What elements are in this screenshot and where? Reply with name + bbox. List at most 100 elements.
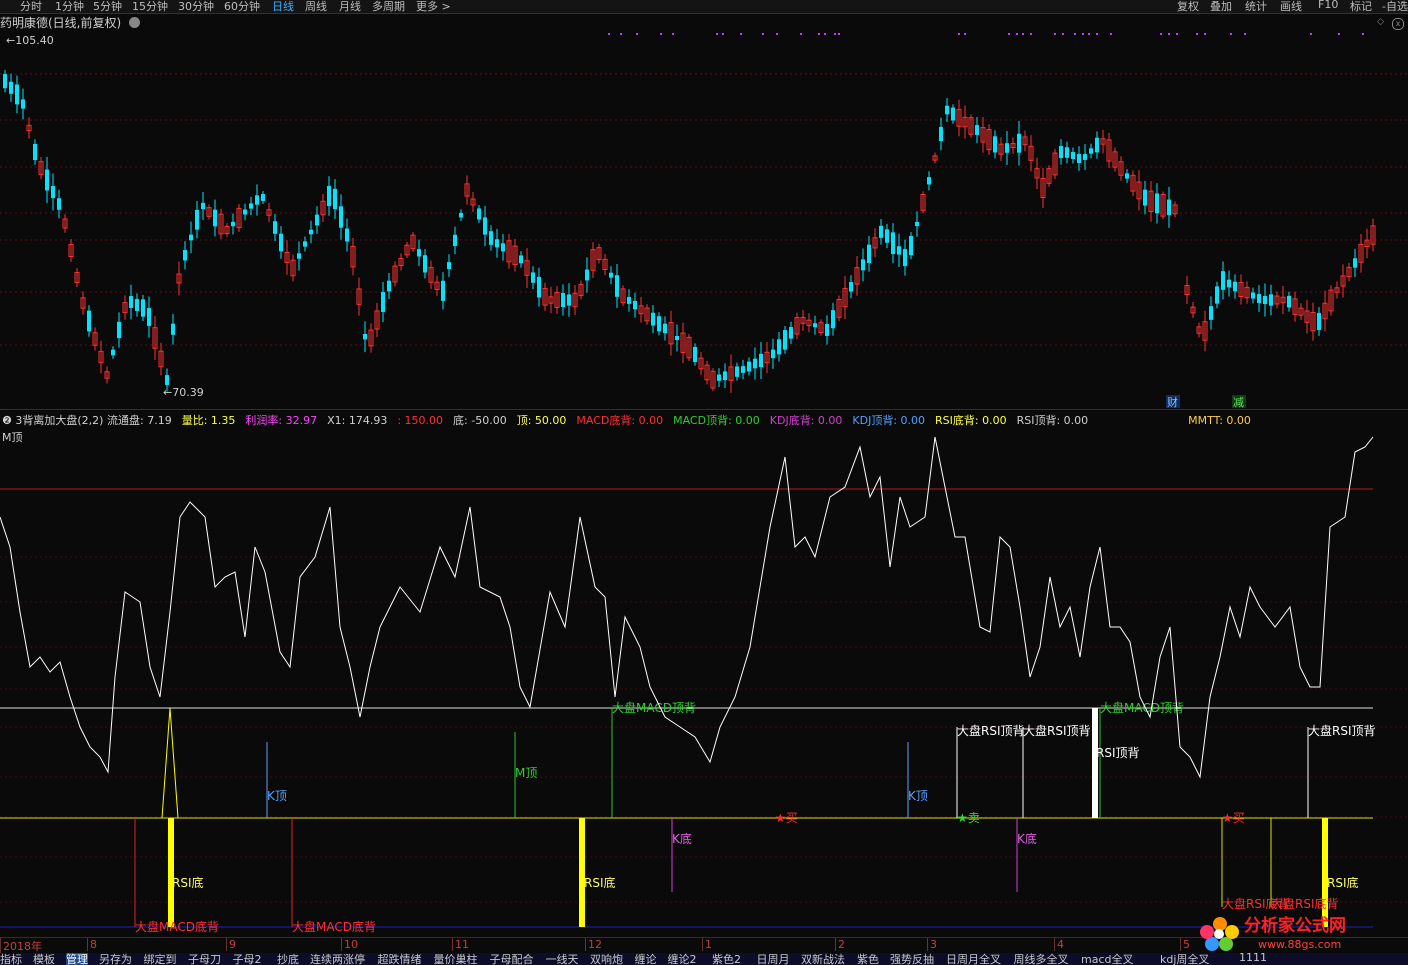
candlestick-chart: ←105.40 ←70.39 财 减 (0, 33, 1408, 410)
candle-body-down (423, 255, 427, 273)
formula-tab[interactable]: 日周月 (757, 953, 790, 965)
watchlist-button[interactable]: -自选 (1382, 0, 1408, 14)
period-tab[interactable]: 月线 (339, 0, 361, 14)
period-tab[interactable]: 15分钟 (132, 0, 168, 14)
indicator-field: X1: 174.93 (327, 414, 388, 427)
candles (3, 69, 1376, 393)
candle-body-down (927, 177, 931, 185)
high-label: ←105.40 (6, 34, 54, 47)
purple-dot (1176, 33, 1178, 35)
period-tab-active[interactable]: 日线 (272, 0, 294, 14)
candle-body-down (1263, 295, 1267, 305)
candle-body-down (519, 255, 523, 264)
fuquan-button[interactable]: 复权 (1177, 0, 1199, 14)
formula-tab[interactable]: 周线多全叉 (1014, 953, 1069, 965)
period-tab[interactable]: 多周期 (372, 0, 405, 14)
settings-icon[interactable] (129, 17, 141, 28)
formula-tab[interactable]: 连续两涨停 (310, 953, 365, 965)
candle-body-down (891, 232, 895, 255)
indicator-guides (0, 488, 1408, 928)
candle-body-down (735, 366, 739, 377)
candle-body-down (975, 125, 979, 135)
badge-cai-text: 财 (1167, 395, 1178, 409)
mark-button[interactable]: 标记 (1350, 0, 1372, 14)
draw-button[interactable]: 画线 (1280, 0, 1302, 14)
stats-button[interactable]: 统计 (1245, 0, 1267, 14)
formula-tab[interactable]: 子母配合 (490, 953, 534, 965)
formula-tab[interactable]: 缠论 (635, 953, 657, 965)
formula-tab[interactable]: 子母刀 (188, 953, 221, 965)
yellow-spike (161, 707, 179, 819)
candle-body-down (339, 206, 343, 228)
scroll-up-icon[interactable]: ◇ (1377, 17, 1384, 27)
candle-body-down (1059, 146, 1063, 158)
formula-tab[interactable]: 模板 (33, 953, 55, 965)
market-macd-top-label: 大盘MACD顶背 (612, 700, 696, 715)
candle-body-down (1269, 294, 1273, 306)
period-tab[interactable]: 周线 (305, 0, 327, 14)
market-rsi-top-label: 大盘RSI顶背 (957, 723, 1025, 738)
formula-tab[interactable]: 量价巢柱 (434, 953, 478, 965)
purple-dot (1082, 33, 1084, 35)
formula-tab[interactable]: 强势反抽 (890, 953, 934, 965)
candle-body-down (387, 280, 391, 292)
formula-tab[interactable]: 一线天 (546, 953, 579, 965)
period-tab[interactable]: 1分钟 (55, 0, 84, 14)
formula-tab[interactable]: macd全叉 (1081, 953, 1134, 965)
candle-body-down (297, 253, 301, 259)
candle-body-down (885, 229, 889, 243)
formula-tab[interactable]: 另存为 (99, 953, 132, 965)
low-label: ←70.39 (163, 386, 204, 399)
candle-body-down (345, 228, 349, 242)
candle-body-down (381, 292, 385, 312)
overlay-button[interactable]: 叠加 (1210, 0, 1232, 14)
formula-tab[interactable]: 双响炮 (590, 953, 623, 965)
period-tab[interactable]: 30分钟 (178, 0, 214, 14)
formula-tab[interactable]: 超跌情绪 (378, 953, 422, 965)
purple-dot (608, 33, 610, 35)
purple-dot (1074, 33, 1076, 35)
indicator-field: 流通盘: 7.19 (107, 414, 172, 427)
formula-tab[interactable]: 指标 (0, 953, 22, 965)
formula-tab[interactable]: 日周月全叉 (946, 953, 1001, 965)
formula-tab[interactable]: 子母2 (233, 953, 262, 965)
formula-tab[interactable]: 双新战法 (801, 953, 845, 965)
formula-tab[interactable]: kdj周全叉 (1160, 953, 1209, 965)
formula-tab[interactable]: 紫色2 (712, 953, 741, 965)
f10-button[interactable]: F10 (1318, 0, 1338, 11)
candle-body-down (747, 361, 751, 372)
date-axis-label: 5 (1180, 938, 1190, 951)
candle-body-down (459, 212, 463, 218)
candle-body-down (1083, 154, 1087, 160)
candle-body-down (903, 249, 907, 267)
indicator-name[interactable]: ❷ 3背离加大盘(2,2) (2, 412, 103, 428)
candle-body-down (1209, 306, 1213, 320)
candle-body-down (723, 371, 727, 380)
formula-tab[interactable]: 管理 (66, 953, 88, 965)
candle-body-down (21, 99, 25, 109)
market-rsi-bottom-label: 大盘RSI底背 (1271, 896, 1339, 911)
candle-body-down (453, 234, 457, 247)
purple-dot (1008, 33, 1010, 35)
purple-dot (1168, 33, 1170, 35)
formula-tab[interactable]: 1111 (1239, 953, 1267, 964)
purple-dot (964, 33, 966, 35)
indicator-field: 量比: 1.35 (181, 414, 236, 427)
period-tab[interactable]: 更多 > (416, 0, 451, 14)
buy-signal: ★买 (1222, 811, 1245, 825)
period-tab[interactable]: 60分钟 (224, 0, 260, 14)
formula-tab[interactable]: 绑定到 (144, 953, 177, 965)
indicator-header: ❷ 3背离加大盘(2,2) 流通盘: 7.19 量比: 1.35 利润率: 32.9… (0, 411, 1408, 427)
period-tab[interactable]: 5分钟 (93, 0, 122, 14)
formula-tab[interactable]: 抄底 (277, 953, 299, 965)
close-icon[interactable]: x (1392, 18, 1404, 30)
candle-body-down (147, 308, 151, 326)
candle-body-down (363, 333, 367, 340)
purple-dot (740, 33, 742, 35)
market-macd-bottom-label: 大盘MACD底背 (135, 919, 219, 934)
candle-body-down (609, 272, 613, 278)
formula-tab[interactable]: 紫色 (857, 953, 879, 965)
formula-tab[interactable]: 缠论2 (668, 953, 697, 965)
k-top-label: K顶 (267, 789, 287, 803)
period-tab[interactable]: 分时 (20, 0, 42, 14)
